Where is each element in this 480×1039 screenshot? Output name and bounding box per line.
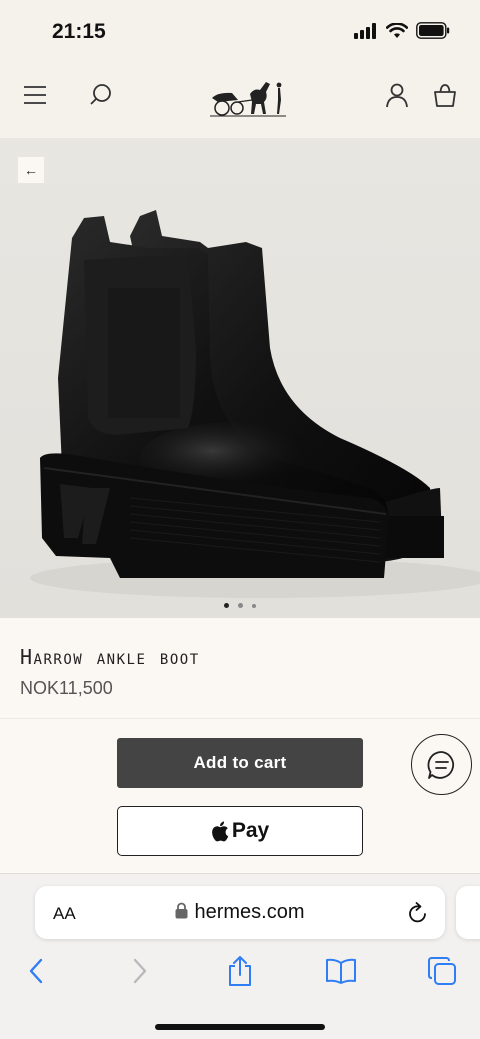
- divider: [0, 718, 480, 719]
- share-icon: [229, 956, 251, 986]
- tabs-button[interactable]: [425, 954, 459, 988]
- chevron-right-icon: [133, 958, 147, 984]
- share-button[interactable]: [223, 954, 257, 988]
- apple-logo-icon: [211, 821, 229, 841]
- status-time: 21:15: [52, 20, 106, 43]
- forward-nav-button[interactable]: [123, 954, 157, 988]
- back-nav-button[interactable]: [19, 954, 53, 988]
- carousel-dot[interactable]: [252, 603, 256, 608]
- cellular-signal-icon: [354, 22, 376, 39]
- chat-bubble-icon: [427, 750, 454, 779]
- carousel-dot[interactable]: [238, 603, 243, 608]
- tabs-icon: [428, 957, 456, 985]
- page: 21:15 ← Harrow ankle boot NOK11,500 Add …: [0, 0, 480, 1039]
- product-title: Harrow ankle boot: [20, 645, 200, 669]
- shopping-bag-icon[interactable]: [432, 82, 458, 108]
- status-icons: [354, 22, 450, 39]
- account-icon[interactable]: [384, 82, 410, 108]
- address-bar[interactable]: AA hermes.com: [35, 886, 445, 939]
- url-text: hermes.com: [194, 901, 305, 923]
- carousel-dot[interactable]: [224, 603, 229, 608]
- home-indicator: [155, 1024, 325, 1030]
- wifi-icon: [386, 22, 408, 38]
- book-icon: [326, 958, 356, 984]
- hamburger-menu-icon[interactable]: [22, 82, 48, 108]
- next-tab-peek[interactable]: [456, 886, 480, 939]
- chevron-left-icon: [29, 958, 43, 984]
- url-display[interactable]: hermes.com: [35, 901, 445, 924]
- status-bar: 21:15: [0, 0, 480, 60]
- back-button[interactable]: ←: [18, 157, 44, 183]
- site-header: [0, 60, 480, 138]
- chat-button[interactable]: [411, 734, 472, 795]
- search-icon[interactable]: [88, 82, 114, 108]
- battery-icon: [416, 22, 450, 39]
- product-price: NOK11,500: [20, 678, 113, 698]
- arrow-left-icon: ←: [24, 162, 38, 178]
- carousel-indicators: [0, 603, 480, 608]
- lock-icon: [175, 902, 188, 919]
- bookmarks-button[interactable]: [324, 954, 358, 988]
- product-image-carousel[interactable]: ←: [0, 138, 480, 618]
- apple-pay-button[interactable]: Pay: [117, 806, 363, 856]
- add-to-cart-button[interactable]: Add to cart: [117, 738, 363, 788]
- product-photo: [30, 210, 480, 598]
- apple-pay-label: Pay: [231, 819, 270, 842]
- carriage-logo[interactable]: [208, 74, 288, 120]
- browser-toolbar: AA hermes.com: [0, 873, 480, 1039]
- reload-icon[interactable]: [407, 901, 429, 925]
